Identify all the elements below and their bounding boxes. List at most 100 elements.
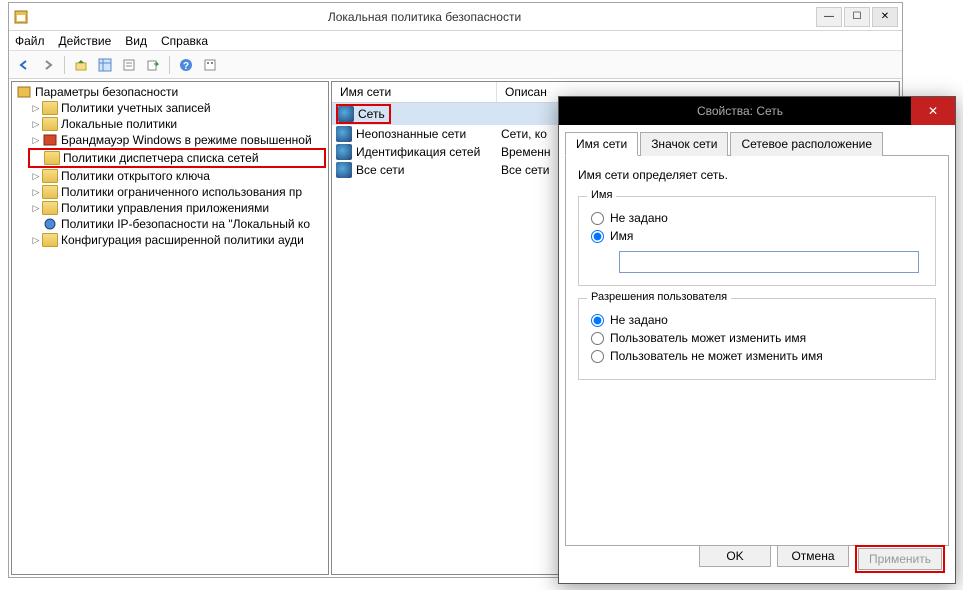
list-cell: Сеть <box>358 107 385 121</box>
app-icon <box>13 9 29 25</box>
folder-icon <box>44 151 60 165</box>
column-header-name[interactable]: Имя сети <box>332 82 497 102</box>
apply-button[interactable]: Применить <box>858 548 942 570</box>
radio-perm-unset[interactable] <box>591 314 604 327</box>
refresh-button[interactable] <box>199 54 221 76</box>
firewall-icon <box>42 133 58 147</box>
tab-network-location[interactable]: Сетевое расположение <box>730 132 883 156</box>
tree-item-public-key[interactable]: ▷ Политики открытого ключа <box>28 168 326 184</box>
export-button[interactable] <box>142 54 164 76</box>
folder-icon <box>42 169 58 183</box>
properties-button[interactable] <box>118 54 140 76</box>
dialog-title: Свойства: Сеть <box>569 104 911 118</box>
radio-name-set[interactable] <box>591 230 604 243</box>
tree-root-item[interactable]: Параметры безопасности <box>14 84 326 100</box>
toolbar: ? <box>9 51 902 79</box>
list-cell: Идентификация сетей <box>356 145 480 159</box>
folder-icon <box>42 201 58 215</box>
expand-icon[interactable]: ▷ <box>30 119 42 130</box>
cancel-button[interactable]: Отмена <box>777 545 849 567</box>
radio-name-unset-row[interactable]: Не задано <box>591 211 923 225</box>
tree-label: Политики учетных записей <box>61 101 211 115</box>
dialog-close-button[interactable]: ✕ <box>911 97 955 125</box>
menu-view[interactable]: Вид <box>125 34 147 48</box>
tab-content: Имя сети определяет сеть. Имя Не задано … <box>565 156 949 546</box>
dialog-button-row: OK Отмена Применить <box>699 545 945 573</box>
folder-icon <box>42 185 58 199</box>
groupbox-name: Имя Не задано Имя <box>578 196 936 286</box>
expand-icon[interactable]: ▷ <box>30 103 42 114</box>
network-name-input[interactable] <box>619 251 919 273</box>
tree-label: Локальные политики <box>61 117 177 131</box>
groupbox-permissions: Разрешения пользователя Не задано Пользо… <box>578 298 936 380</box>
radio-perm-can-change[interactable] <box>591 332 604 345</box>
tree-item-network-list-manager[interactable]: Политики диспетчера списка сетей <box>28 148 326 168</box>
radio-label: Пользователь может изменить имя <box>610 331 806 345</box>
tree-label: Политики диспетчера списка сетей <box>63 151 259 165</box>
tree-label: Политики управления приложениями <box>61 201 269 215</box>
titlebar: Локальная политика безопасности — ☐ ✕ <box>9 3 902 31</box>
tree-label: Параметры безопасности <box>35 85 178 99</box>
expand-icon[interactable]: ▷ <box>30 187 42 198</box>
list-cell: Все сети <box>356 163 405 177</box>
network-icon <box>336 144 352 160</box>
menubar: Файл Действие Вид Справка <box>9 31 902 51</box>
network-icon <box>336 126 352 142</box>
ok-button[interactable]: OK <box>699 545 771 567</box>
view-list-button[interactable] <box>94 54 116 76</box>
tree-label: Конфигурация расширенной политики ауди <box>61 233 304 247</box>
dialog-titlebar: Свойства: Сеть ✕ <box>559 97 955 125</box>
tree-item-audit-config[interactable]: ▷ Конфигурация расширенной политики ауди <box>28 232 326 248</box>
groupbox-title: Имя <box>587 189 616 201</box>
folder-icon <box>42 117 58 131</box>
radio-name-unset[interactable] <box>591 212 604 225</box>
radio-label: Имя <box>610 229 633 243</box>
tab-description: Имя сети определяет сеть. <box>578 168 936 182</box>
expand-icon[interactable]: ▷ <box>30 235 42 246</box>
up-button[interactable] <box>70 54 92 76</box>
network-icon <box>338 106 354 122</box>
help-button[interactable]: ? <box>175 54 197 76</box>
dialog-tabs: Имя сети Значок сети Сетевое расположени… <box>565 131 949 156</box>
svg-text:?: ? <box>183 61 189 72</box>
close-button[interactable]: ✕ <box>872 7 898 27</box>
tab-network-name[interactable]: Имя сети <box>565 132 638 156</box>
expand-icon[interactable]: ▷ <box>30 135 42 146</box>
radio-name-set-row[interactable]: Имя <box>591 229 923 243</box>
back-button[interactable] <box>13 54 35 76</box>
radio-perm-unset-row[interactable]: Не задано <box>591 313 923 327</box>
list-cell: Неопознанные сети <box>356 127 466 141</box>
maximize-button[interactable]: ☐ <box>844 7 870 27</box>
menu-help[interactable]: Справка <box>161 34 208 48</box>
tree-item-app-control[interactable]: ▷ Политики управления приложениями <box>28 200 326 216</box>
groupbox-title: Разрешения пользователя <box>587 291 731 303</box>
tree-label: Политики IP-безопасности на "Локальный к… <box>61 217 310 231</box>
radio-perm-can-row[interactable]: Пользователь может изменить имя <box>591 331 923 345</box>
radio-perm-cannot-change[interactable] <box>591 350 604 363</box>
tree-item-firewall[interactable]: ▷ Брандмауэр Windows в режиме повышенной <box>28 132 326 148</box>
tree-panel: Параметры безопасности ▷ Политики учетных… <box>11 81 329 575</box>
folder-icon <box>42 233 58 247</box>
expand-icon[interactable]: ▷ <box>30 171 42 182</box>
tab-network-icon[interactable]: Значок сети <box>640 132 728 156</box>
forward-button[interactable] <box>37 54 59 76</box>
menu-action[interactable]: Действие <box>59 34 112 48</box>
tree-label: Политики открытого ключа <box>61 169 210 183</box>
security-root-icon <box>16 85 32 99</box>
tree-item-local-policies[interactable]: ▷ Локальные политики <box>28 116 326 132</box>
minimize-button[interactable]: — <box>816 7 842 27</box>
radio-label: Не задано <box>610 313 668 327</box>
folder-icon <box>42 101 58 115</box>
menu-file[interactable]: Файл <box>15 34 45 48</box>
tree-label: Политики ограниченного использования пр <box>61 185 302 199</box>
tree-label: Брандмауэр Windows в режиме повышенной <box>61 133 312 147</box>
window-title: Локальная политика безопасности <box>35 10 814 24</box>
radio-label: Не задано <box>610 211 668 225</box>
tree-item-ip-security[interactable]: Политики IP-безопасности на "Локальный к… <box>28 216 326 232</box>
tree-item-account-policies[interactable]: ▷ Политики учетных записей <box>28 100 326 116</box>
radio-perm-cannot-row[interactable]: Пользователь не может изменить имя <box>591 349 923 363</box>
expand-icon[interactable]: ▷ <box>30 203 42 214</box>
radio-label: Пользователь не может изменить имя <box>610 349 823 363</box>
ipsec-icon <box>42 217 58 231</box>
tree-item-software-restriction[interactable]: ▷ Политики ограниченного использования пр <box>28 184 326 200</box>
